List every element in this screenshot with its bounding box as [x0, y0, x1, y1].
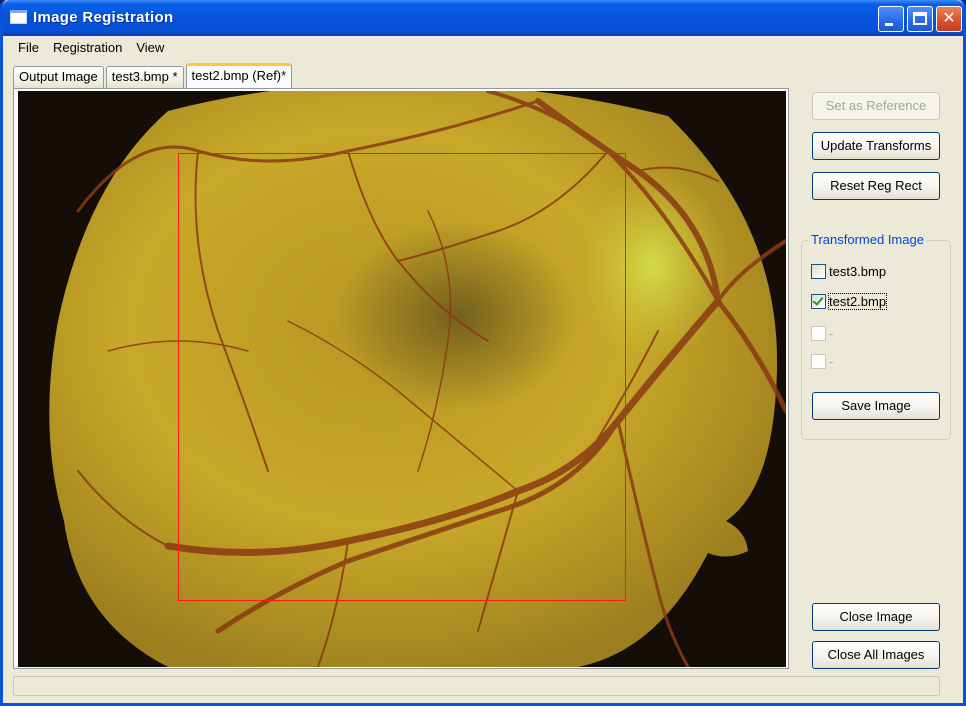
- minimize-button[interactable]: [878, 6, 904, 32]
- save-image-button[interactable]: Save Image: [812, 392, 940, 420]
- image-panel: [13, 88, 789, 669]
- empty-checkbox-2-label: -: [829, 353, 834, 369]
- checkbox-row-test2[interactable]: test2.bmp: [811, 292, 888, 310]
- checkbox-row-empty-2: -: [811, 352, 833, 370]
- tab-test2-ref[interactable]: test2.bmp (Ref)*: [185, 63, 293, 88]
- test2-checkbox[interactable]: [811, 293, 826, 309]
- close-window-button[interactable]: ✕: [936, 6, 962, 32]
- reset-reg-rect-button[interactable]: Reset Reg Rect: [812, 172, 940, 200]
- menu-registration[interactable]: Registration: [46, 40, 129, 55]
- empty-checkbox-1-label: -: [829, 325, 834, 341]
- minimize-icon: [885, 23, 893, 26]
- set-as-reference-button[interactable]: Set as Reference: [812, 92, 940, 120]
- window-title: Image Registration: [33, 9, 174, 26]
- close-icon: ✕: [942, 10, 956, 27]
- image-tabs: Output Image test3.bmp * test2.bmp (Ref)…: [13, 63, 294, 88]
- maximize-button[interactable]: [907, 6, 933, 32]
- checkbox-row-empty-1: -: [811, 324, 833, 342]
- app-window: Image Registration ✕ File Registration V…: [0, 0, 966, 706]
- registration-rectangle[interactable]: [178, 153, 626, 601]
- retina-image-view[interactable]: [18, 91, 786, 667]
- menu-file[interactable]: File: [11, 40, 46, 55]
- menu-view[interactable]: View: [129, 40, 171, 55]
- test3-checkbox[interactable]: [811, 263, 826, 279]
- update-transforms-button[interactable]: Update Transforms: [812, 132, 940, 160]
- status-bar: [13, 676, 940, 696]
- tab-test3[interactable]: test3.bmp *: [105, 66, 184, 88]
- close-image-button[interactable]: Close Image: [812, 603, 940, 631]
- test3-checkbox-label: test3.bmp: [829, 263, 887, 279]
- empty-checkbox-2: [811, 353, 826, 369]
- transformed-image-label: Transformed Image: [808, 232, 927, 247]
- tab-output-image[interactable]: Output Image: [13, 66, 104, 88]
- maximize-icon: [913, 12, 927, 25]
- menu-bar: File Registration View: [3, 36, 963, 58]
- empty-checkbox-1: [811, 325, 826, 341]
- title-bar[interactable]: Image Registration ✕: [3, 0, 963, 36]
- checkmark-icon: [812, 293, 824, 306]
- test2-checkbox-label: test2.bmp: [827, 292, 888, 310]
- window-icon: [10, 10, 27, 24]
- close-all-images-button[interactable]: Close All Images: [812, 641, 940, 669]
- checkbox-row-test3[interactable]: test3.bmp: [811, 262, 886, 280]
